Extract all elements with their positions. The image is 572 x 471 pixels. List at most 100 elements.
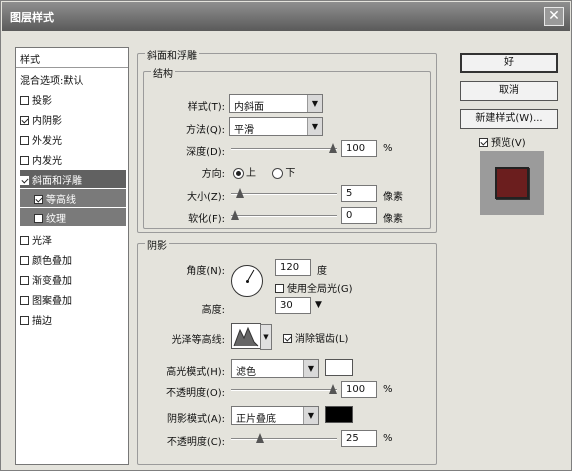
direction-down-label: 下 <box>285 168 296 179</box>
highlight-opacity-slider[interactable] <box>231 384 337 396</box>
cancel-button[interactable]: 取消 <box>460 81 558 101</box>
style-preview <box>480 151 544 215</box>
shading-title: 阴影 <box>145 237 169 252</box>
sidebar-item-label: 内阴影 <box>32 116 62 127</box>
slider-track <box>231 193 337 195</box>
radio-up[interactable] <box>233 167 244 179</box>
contour-curve-icon <box>233 326 259 347</box>
shadow-opacity-unit: % <box>383 433 393 444</box>
sidebar-item-bevel-emboss[interactable]: 斜面和浮雕 <box>20 170 126 188</box>
highlight-color-swatch[interactable] <box>325 359 353 376</box>
direction-label: 方向: <box>201 169 225 180</box>
checkbox-icon[interactable] <box>20 295 29 305</box>
angle-needle <box>247 269 255 282</box>
sidebar-item-label: 纹理 <box>46 214 66 225</box>
slider-thumb[interactable] <box>235 188 244 199</box>
checkbox-icon[interactable] <box>20 235 29 245</box>
technique-label: 方法(Q): <box>185 125 225 136</box>
gloss-contour-picker[interactable]: ▼ <box>231 323 272 350</box>
chevron-down-icon[interactable]: ▼ <box>307 118 322 135</box>
highlight-mode-value: 滤色 <box>236 367 256 378</box>
checkbox-icon[interactable] <box>20 95 29 105</box>
sidebar-item-label: 斜面和浮雕 <box>32 176 82 187</box>
layer-style-dialog: 图层样式 ✕ 样式 混合选项:默认 投影 内阴影 外发光 内发光 斜面和浮雕 等… <box>0 0 572 471</box>
altitude-chevron-down-icon[interactable]: ▼ <box>315 300 322 310</box>
checkbox-icon[interactable] <box>20 275 29 285</box>
sidebar-item-blending-options[interactable]: 混合选项:默认 <box>20 70 126 88</box>
gloss-contour-label: 光泽等高线: <box>171 335 225 346</box>
new-style-button[interactable]: 新建样式(W)... <box>460 109 558 129</box>
global-light-option[interactable]: 使用全局光(G) <box>275 280 353 295</box>
shadow-mode-value: 正片叠底 <box>236 414 276 425</box>
bevel-emboss-panel: 斜面和浮雕 结构 样式(T): 内斜面 ▼ 方法(Q): 平滑 ▼ 深度(D): 1… <box>137 47 445 465</box>
depth-slider[interactable] <box>231 143 337 155</box>
sidebar-item-inner-shadow[interactable]: 内阴影 <box>20 110 126 128</box>
sidebar-item-contour[interactable]: 等高线 <box>20 189 126 207</box>
preview-checkbox[interactable] <box>479 137 488 147</box>
shadow-opacity-input[interactable]: 25 <box>341 430 377 447</box>
sidebar-item-label: 渐变叠加 <box>32 276 72 287</box>
checkbox-icon[interactable] <box>34 194 43 204</box>
styles-header[interactable]: 样式 <box>16 48 128 68</box>
size-slider[interactable] <box>231 188 337 200</box>
angle-unit: 度 <box>317 266 327 277</box>
sidebar-item-label: 等高线 <box>46 195 76 206</box>
highlight-mode-select[interactable]: 滤色 ▼ <box>231 359 319 378</box>
slider-thumb[interactable] <box>231 210 239 221</box>
sidebar-item-stroke[interactable]: 描边 <box>20 310 126 328</box>
checkbox-icon[interactable] <box>20 315 29 325</box>
checkbox-icon[interactable] <box>20 115 29 125</box>
sidebar-item-drop-shadow[interactable]: 投影 <box>20 90 126 108</box>
shadow-color-swatch[interactable] <box>325 406 353 423</box>
sidebar-item-outer-glow[interactable]: 外发光 <box>20 130 126 148</box>
angle-input[interactable]: 120 <box>275 259 311 276</box>
antialias-option[interactable]: 消除锯齿(L) <box>283 330 348 345</box>
sidebar-item-label: 混合选项:默认 <box>20 76 84 87</box>
chevron-down-icon[interactable]: ▼ <box>303 407 318 424</box>
sidebar-item-gradient-overlay[interactable]: 渐变叠加 <box>20 270 126 288</box>
depth-input[interactable]: 100 <box>341 140 377 157</box>
sidebar-item-texture[interactable]: 纹理 <box>20 208 126 226</box>
chevron-down-icon[interactable]: ▼ <box>260 324 272 350</box>
sidebar-item-inner-glow[interactable]: 内发光 <box>20 150 126 168</box>
slider-thumb[interactable] <box>255 433 264 444</box>
sidebar-item-color-overlay[interactable]: 颜色叠加 <box>20 250 126 268</box>
antialias-checkbox[interactable] <box>283 333 292 343</box>
chevron-down-icon[interactable]: ▼ <box>303 360 318 377</box>
sidebar-item-label: 外发光 <box>32 136 62 147</box>
checkbox-icon[interactable] <box>34 213 43 223</box>
sidebar-item-label: 内发光 <box>32 156 62 167</box>
ok-button[interactable]: 好 <box>460 53 558 73</box>
slider-thumb[interactable] <box>329 384 337 395</box>
technique-select[interactable]: 平滑 ▼ <box>229 117 323 136</box>
sidebar-item-label: 图案叠加 <box>32 296 72 307</box>
radio-down[interactable] <box>272 167 284 179</box>
soften-unit: 像素 <box>383 214 403 225</box>
sidebar-item-pattern-overlay[interactable]: 图案叠加 <box>20 290 126 308</box>
preview-thumbnail <box>495 167 529 199</box>
checkbox-icon[interactable] <box>20 155 29 165</box>
soften-input[interactable]: 0 <box>341 207 377 224</box>
depth-unit: % <box>383 143 393 154</box>
sidebar-item-satin[interactable]: 光泽 <box>20 230 126 248</box>
close-button[interactable]: ✕ <box>544 7 564 26</box>
chevron-down-icon[interactable]: ▼ <box>307 95 322 112</box>
soften-slider[interactable] <box>231 210 337 222</box>
checkbox-icon[interactable] <box>20 135 29 145</box>
sidebar-item-label: 颜色叠加 <box>32 256 72 267</box>
size-input[interactable]: 5 <box>341 185 377 202</box>
shadow-mode-select[interactable]: 正片叠底 ▼ <box>231 406 319 425</box>
highlight-mode-label: 高光模式(H): <box>166 367 225 378</box>
highlight-opacity-input[interactable]: 100 <box>341 381 377 398</box>
checkbox-icon[interactable] <box>20 175 29 185</box>
direction-up-label: 上 <box>246 168 256 179</box>
shadow-opacity-slider[interactable] <box>231 433 337 445</box>
slider-track <box>231 148 337 150</box>
angle-dial[interactable] <box>231 265 263 297</box>
style-select[interactable]: 内斜面 ▼ <box>229 94 323 113</box>
checkbox-icon[interactable] <box>20 255 29 265</box>
preview-option[interactable]: 预览(V) <box>479 134 526 149</box>
global-light-checkbox[interactable] <box>275 283 284 293</box>
slider-thumb[interactable] <box>329 143 337 154</box>
altitude-input[interactable]: 30 <box>275 297 311 314</box>
